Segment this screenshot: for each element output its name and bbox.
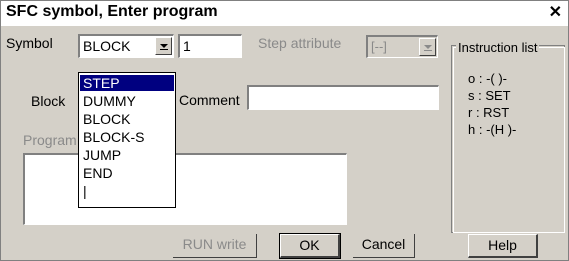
step-attribute-value: [--] — [371, 39, 387, 54]
block-label: Block — [31, 93, 66, 109]
cancel-button[interactable]: Cancel — [353, 234, 415, 258]
program-input[interactable] — [23, 153, 347, 225]
dropdown-item-block-s[interactable]: BLOCK-S — [80, 129, 174, 145]
instruction-list-title: Instruction list — [456, 40, 540, 55]
close-icon[interactable]: ✕ — [549, 4, 562, 22]
help-button[interactable]: Help — [468, 234, 538, 258]
step-number-value: 1 — [183, 38, 191, 54]
run-write-button[interactable]: RUN write — [173, 234, 257, 258]
dropdown-item-step[interactable]: STEP — [80, 75, 174, 91]
ok-button[interactable]: OK — [279, 233, 341, 259]
instruction-line: h : -(H )- — [468, 122, 517, 137]
symbol-label: Symbol — [6, 35, 53, 51]
symbol-combo[interactable]: BLOCK — [78, 34, 174, 58]
step-attribute-label: Step attribute — [258, 35, 342, 51]
chevron-down-icon[interactable] — [155, 37, 172, 55]
sfc-symbol-dialog: SFC symbol, Enter program ✕ Symbol BLOCK… — [0, 0, 569, 261]
comment-input[interactable] — [247, 85, 439, 110]
program-label: Program — [23, 132, 77, 148]
symbol-combo-value: BLOCK — [83, 38, 131, 54]
instruction-line: s : SET — [468, 88, 511, 103]
dropdown-item-jump[interactable]: JUMP — [80, 147, 174, 163]
comment-label: Comment — [179, 92, 240, 108]
window-title: SFC symbol, Enter program — [6, 3, 218, 20]
instruction-line: o : -( )- — [468, 71, 507, 86]
dropdown-item-dummy[interactable]: DUMMY — [80, 93, 174, 109]
step-attribute-combo[interactable]: [--] — [366, 35, 438, 58]
chevron-down-icon[interactable] — [419, 38, 436, 56]
dropdown-item-block[interactable]: BLOCK — [80, 111, 174, 127]
dropdown-item-vertical-line[interactable]: | — [80, 183, 174, 199]
step-number-input[interactable]: 1 — [178, 34, 242, 58]
title-bar: SFC symbol, Enter program ✕ — [1, 1, 568, 26]
instruction-line: r : RST — [468, 105, 510, 120]
dropdown-item-end[interactable]: END — [80, 165, 174, 181]
symbol-dropdown-list: STEP DUMMY BLOCK BLOCK-S JUMP END | — [78, 72, 176, 208]
